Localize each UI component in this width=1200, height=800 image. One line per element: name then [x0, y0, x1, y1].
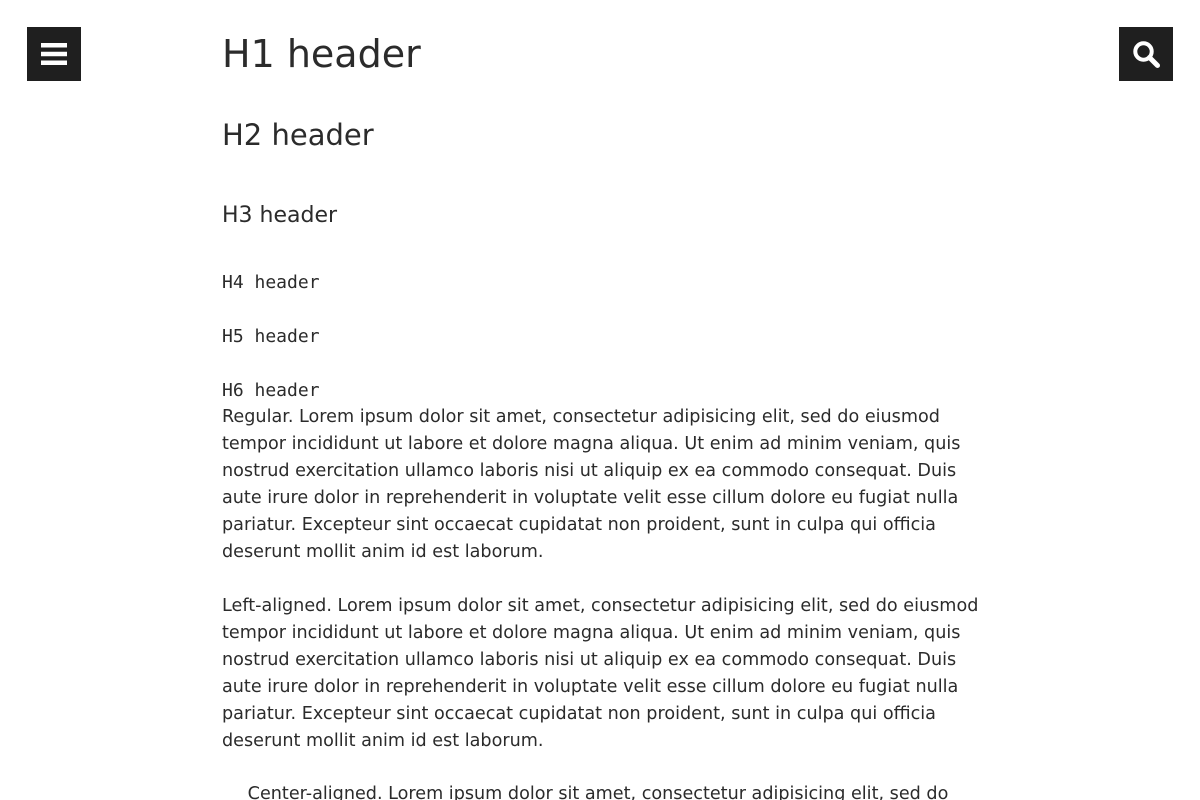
paragraph-left-aligned: Left-aligned. Lorem ipsum dolor sit amet…	[222, 596, 979, 751]
search-button[interactable]	[1119, 27, 1173, 81]
paragraph-center-aligned: Center-aligned. Lorem ipsum dolor sit am…	[247, 784, 949, 800]
hamburger-menu-icon	[41, 43, 67, 65]
h1-header: H1 header	[222, 32, 421, 76]
menu-button[interactable]	[27, 27, 81, 81]
h5-header: H5 header	[222, 326, 320, 347]
h6-header: H6 header	[222, 380, 320, 401]
h2-header: H2 header	[222, 118, 374, 152]
magnifier-search-icon	[1133, 41, 1160, 68]
h3-header: H3 header	[222, 203, 338, 228]
paragraph-regular: Regular. Lorem ipsum dolor sit amet, con…	[222, 407, 961, 562]
h4-header: H4 header	[222, 272, 320, 293]
